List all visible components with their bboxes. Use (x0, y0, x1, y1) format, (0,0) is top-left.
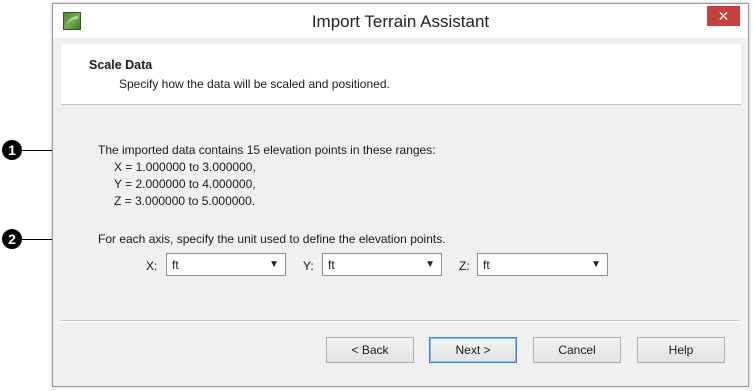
y-unit-label: Y: (303, 259, 314, 273)
x-unit-select[interactable]: ft ▼ (166, 253, 286, 276)
chevron-down-icon: ▼ (425, 259, 435, 270)
data-summary: The imported data contains 15 elevation … (98, 143, 436, 157)
chevron-down-icon: ▼ (591, 259, 601, 270)
unit-instruction: For each axis, specify the unit used to … (98, 232, 446, 246)
callout-2: 2 (2, 229, 22, 249)
z-unit-value: ft (483, 258, 490, 272)
y-unit-value: ft (328, 258, 335, 272)
step-subtitle: Specify how the data will be scaled and … (119, 77, 390, 91)
back-button[interactable]: < Back (326, 337, 414, 363)
y-unit-select[interactable]: ft ▼ (322, 253, 442, 276)
range-y: Y = 2.000000 to 4.000000, (114, 177, 256, 191)
next-button[interactable]: Next > (429, 337, 517, 363)
x-unit-value: ft (172, 258, 179, 272)
chevron-down-icon: ▼ (269, 259, 279, 270)
z-unit-select[interactable]: ft ▼ (477, 253, 608, 276)
range-x: X = 1.000000 to 3.000000, (114, 160, 256, 174)
title-bar[interactable]: Import Terrain Assistant ✕ (53, 4, 748, 38)
callout-1: 1 (2, 140, 22, 160)
help-button[interactable]: Help (637, 337, 725, 363)
cancel-button[interactable]: Cancel (533, 337, 621, 363)
range-z: Z = 3.000000 to 5.000000. (114, 194, 256, 208)
button-divider (60, 320, 740, 322)
window-title: Import Terrain Assistant (311, 12, 490, 31)
x-unit-label: X: (146, 259, 158, 273)
wizard-header: Scale Data Specify how the data will be … (61, 44, 741, 105)
close-button[interactable]: ✕ (707, 6, 740, 26)
step-title: Scale Data (89, 58, 153, 72)
z-unit-label: Z: (459, 259, 470, 273)
